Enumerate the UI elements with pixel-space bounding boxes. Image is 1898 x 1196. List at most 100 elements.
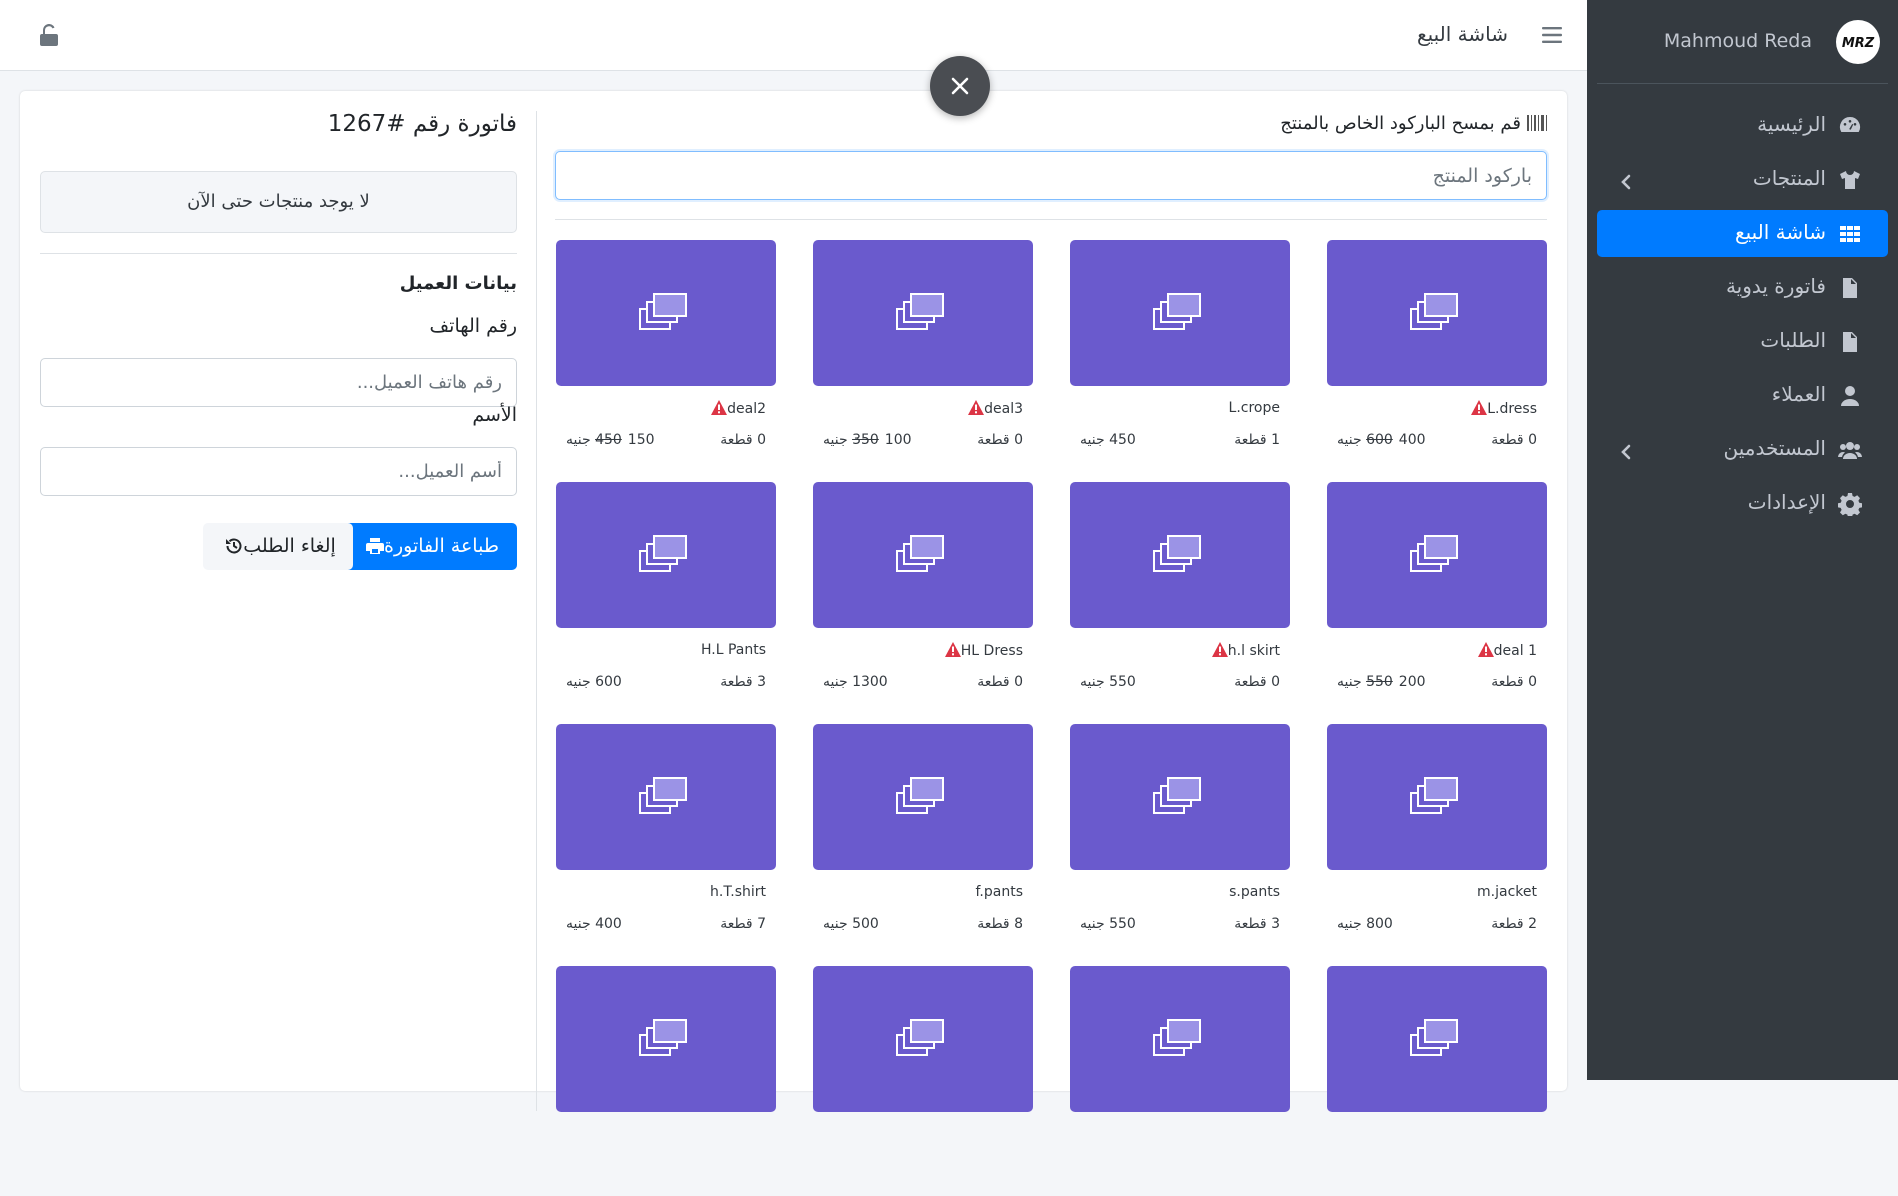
product-quantity: 0 قطعة [977, 674, 1023, 690]
name-label: الأسم [472, 404, 517, 426]
product-name: deal3 [962, 400, 1023, 417]
product-card[interactable]: H.L Pants 3 قطعة 600 جنيه [556, 482, 776, 712]
sidebar-item-1[interactable]: المنتجات [1597, 156, 1888, 203]
file-icon [1838, 276, 1862, 300]
users-icon [1838, 438, 1862, 462]
barcode-input[interactable] [555, 151, 1547, 200]
product-price: 350100 جنيه [823, 432, 912, 448]
product-price: 550200 جنيه [1337, 674, 1426, 690]
cancel-button-label: إلغاء الطلب [243, 535, 336, 557]
sidebar-item-4[interactable]: الطلبات [1597, 318, 1888, 365]
print-invoice-button[interactable]: طباعة الفاتورة [343, 523, 517, 570]
sidebar-item-label: الرئيسية [1757, 112, 1826, 136]
product-quantity: 0 قطعة [720, 432, 766, 448]
product-card[interactable]: deal3 0 قطعة 350100 جنيه [813, 240, 1033, 470]
name-input[interactable] [40, 447, 517, 496]
product-name: HL Dress [939, 642, 1023, 659]
sidebar-item-label: الإعدادات [1747, 490, 1826, 514]
product-card[interactable]: m.jacket 2 قطعة 800 جنيه [1327, 724, 1547, 954]
product-image[interactable] [813, 966, 1033, 1112]
empty-cart-message: لا يوجد منتجات حتى الآن [40, 171, 517, 233]
product-name: deal 1 [1472, 642, 1537, 659]
sidebar-item-7[interactable]: الإعدادات [1597, 480, 1888, 527]
tshirt-icon [1838, 168, 1862, 192]
old-price: 550 [1366, 674, 1393, 690]
product-card[interactable]: deal2 0 قطعة 450150 جنيه [556, 240, 776, 470]
product-image[interactable] [1070, 240, 1290, 386]
product-card[interactable] [813, 966, 1033, 1196]
product-image[interactable] [1327, 724, 1547, 870]
sidebar-item-label: فاتورة يدوية [1725, 274, 1826, 298]
divider [555, 219, 1547, 220]
page-title: شاشة البيع [1416, 22, 1508, 46]
close-button[interactable] [930, 56, 990, 116]
product-name: deal2 [705, 400, 766, 417]
pos-card: فاتورة رقم #1267 لا يوجد منتجات حتى الآن… [20, 91, 1567, 1112]
invoice-title: فاتورة رقم #1267 [327, 111, 517, 137]
product-card[interactable]: s.pants 3 قطعة 550 جنيه [1070, 724, 1290, 954]
file-invoice-icon [1838, 330, 1862, 354]
product-card[interactable]: L.dress 0 قطعة 600400 جنيه [1327, 240, 1547, 470]
sidebar-item-2[interactable]: شاشة البيع [1597, 210, 1888, 257]
product-image[interactable] [813, 482, 1033, 628]
warning-icon [944, 642, 961, 657]
product-name: L.crope [1228, 400, 1280, 416]
product-card[interactable] [1327, 966, 1547, 1196]
sidebar-item-3[interactable]: فاتورة يدوية [1597, 264, 1888, 311]
history-icon [226, 538, 242, 554]
product-image[interactable] [556, 240, 776, 386]
barcode-label-text: قم بمسح الباركود الخاص بالمنتج [1280, 113, 1521, 134]
user-icon [1838, 384, 1862, 408]
product-card[interactable]: f.pants 8 قطعة 500 جنيه [813, 724, 1033, 954]
product-image[interactable] [1070, 724, 1290, 870]
product-price: 800 جنيه [1337, 916, 1393, 932]
product-price: 550 جنيه [1080, 916, 1136, 932]
product-name: L.dress [1465, 400, 1537, 417]
product-image[interactable] [1327, 482, 1547, 628]
product-card[interactable]: HL Dress 0 قطعة 1300 جنيه [813, 482, 1033, 712]
phone-input[interactable] [40, 358, 517, 407]
product-image[interactable] [1327, 240, 1547, 386]
sidebar-nav: الرئيسية المنتجات شاشة البيع فاتورة يدوية ال… [1597, 102, 1888, 534]
product-image[interactable] [1327, 966, 1547, 1112]
hamburger-menu-icon[interactable] [1542, 26, 1562, 44]
product-quantity: 3 قطعة [720, 674, 766, 690]
product-image[interactable] [556, 482, 776, 628]
sidebar-item-0[interactable]: الرئيسية [1597, 102, 1888, 149]
product-card[interactable]: deal 1 0 قطعة 550200 جنيه [1327, 482, 1547, 712]
warning-icon [1211, 642, 1228, 657]
product-image[interactable] [1070, 482, 1290, 628]
lock-icon[interactable] [40, 23, 58, 46]
sidebar-item-5[interactable]: العملاء [1597, 372, 1888, 419]
cancel-order-button[interactable]: إلغاء الطلب [203, 523, 353, 570]
product-card[interactable]: h.l skirt 0 قطعة 550 جنيه [1070, 482, 1290, 712]
panel-divider [536, 111, 537, 1111]
warning-icon [1477, 642, 1494, 657]
products-panel: قم بمسح الباركود الخاص بالمنتج L.dress 0 … [555, 91, 1547, 1112]
user-panel[interactable]: Mahmoud Reda MRZ [1597, 0, 1888, 84]
sidebar-item-label: شاشة البيع [1734, 220, 1826, 244]
sidebar-item-label: الطلبات [1760, 328, 1826, 352]
product-quantity: 8 قطعة [977, 916, 1023, 932]
product-price: 600400 جنيه [1337, 432, 1426, 448]
product-image[interactable] [1070, 966, 1290, 1112]
product-image[interactable] [556, 724, 776, 870]
product-card[interactable] [1070, 966, 1290, 1196]
product-price: 400 جنيه [566, 916, 622, 932]
chevron-left-icon [1619, 441, 1633, 460]
barcode-icon [1527, 115, 1547, 131]
old-price: 600 [1366, 432, 1393, 448]
product-quantity: 0 قطعة [1491, 432, 1537, 448]
product-image[interactable] [813, 724, 1033, 870]
product-card[interactable]: L.crope 1 قطعة 450 جنيه [1070, 240, 1290, 470]
product-card[interactable]: h.T.shirt 7 قطعة 400 جنيه [556, 724, 776, 954]
product-image[interactable] [556, 966, 776, 1112]
avatar[interactable]: MRZ [1836, 20, 1880, 64]
user-name[interactable]: Mahmoud Reda [1664, 30, 1812, 52]
printer-icon [366, 538, 385, 554]
old-price: 450 [595, 432, 622, 448]
divider [40, 253, 517, 254]
sidebar-item-6[interactable]: المستخدمين [1597, 426, 1888, 473]
product-image[interactable] [813, 240, 1033, 386]
product-card[interactable] [556, 966, 776, 1196]
